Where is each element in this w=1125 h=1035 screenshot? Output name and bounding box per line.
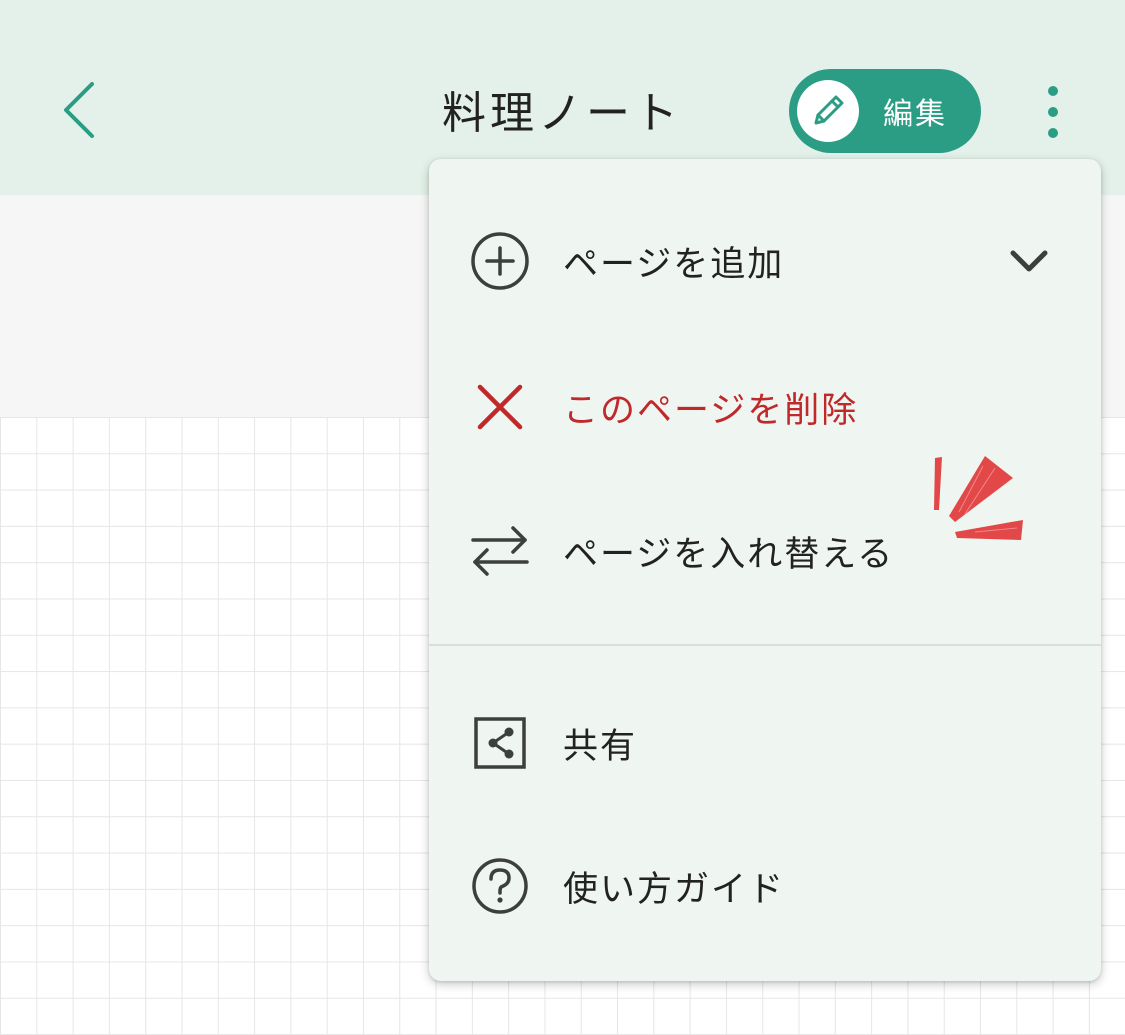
menu-item-add-page[interactable]: ページを追加 [429,211,1101,311]
menu-item-label: ページを入れ替える [563,534,895,575]
plus-circle-icon [469,230,531,292]
more-vertical-icon-dot [1048,107,1058,117]
chevron-down-icon[interactable] [1005,237,1053,285]
share-icon [469,712,531,774]
options-menu: ページを追加 このページを削除 ページを入れ替える 共有 使い方ガイド [429,159,1101,981]
menu-item-share[interactable]: 共有 [429,693,1101,793]
more-options-button[interactable] [1030,80,1076,144]
help-circle-icon [469,855,531,917]
close-icon [469,376,531,438]
menu-item-label: 使い方ガイド [563,869,786,910]
more-vertical-icon-dot [1048,128,1058,138]
page-title: 料理ノート [442,88,682,139]
edit-icon-badge [797,80,859,142]
chevron-left-icon [64,82,94,138]
menu-item-label: ページを追加 [563,244,785,285]
menu-item-label: このページを削除 [563,390,859,431]
back-button[interactable] [50,72,110,148]
menu-item-guide[interactable]: 使い方ガイド [429,836,1101,936]
sparkle-highlight-icon [934,456,1023,540]
menu-item-delete-page[interactable]: このページを削除 [429,357,1101,457]
menu-divider [429,644,1101,646]
pencil-icon [814,95,844,125]
edit-button-label: 編集 [883,97,947,132]
edit-button[interactable]: 編集 [789,69,981,153]
more-vertical-icon [1048,86,1058,96]
menu-item-label: 共有 [563,726,638,767]
swap-arrows-icon [469,520,531,582]
